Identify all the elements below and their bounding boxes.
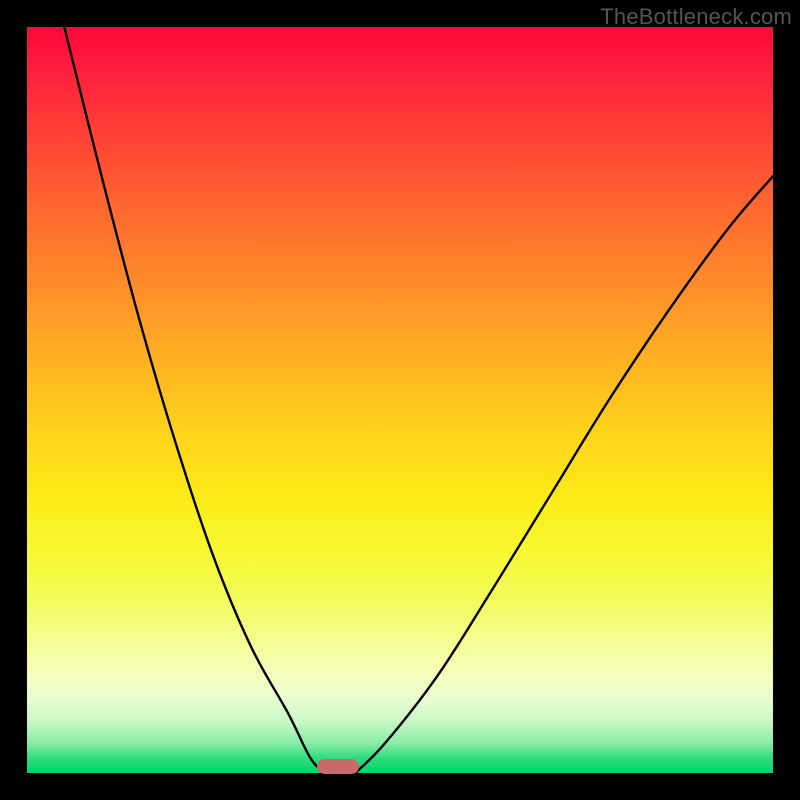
figure-root: TheBottleneck.com [0, 0, 800, 800]
curve-path [64, 27, 773, 773]
optimal-range-marker [317, 759, 359, 774]
bottleneck-curve [27, 27, 773, 773]
watermark-text: TheBottleneck.com [600, 4, 792, 30]
plot-area [27, 27, 773, 773]
